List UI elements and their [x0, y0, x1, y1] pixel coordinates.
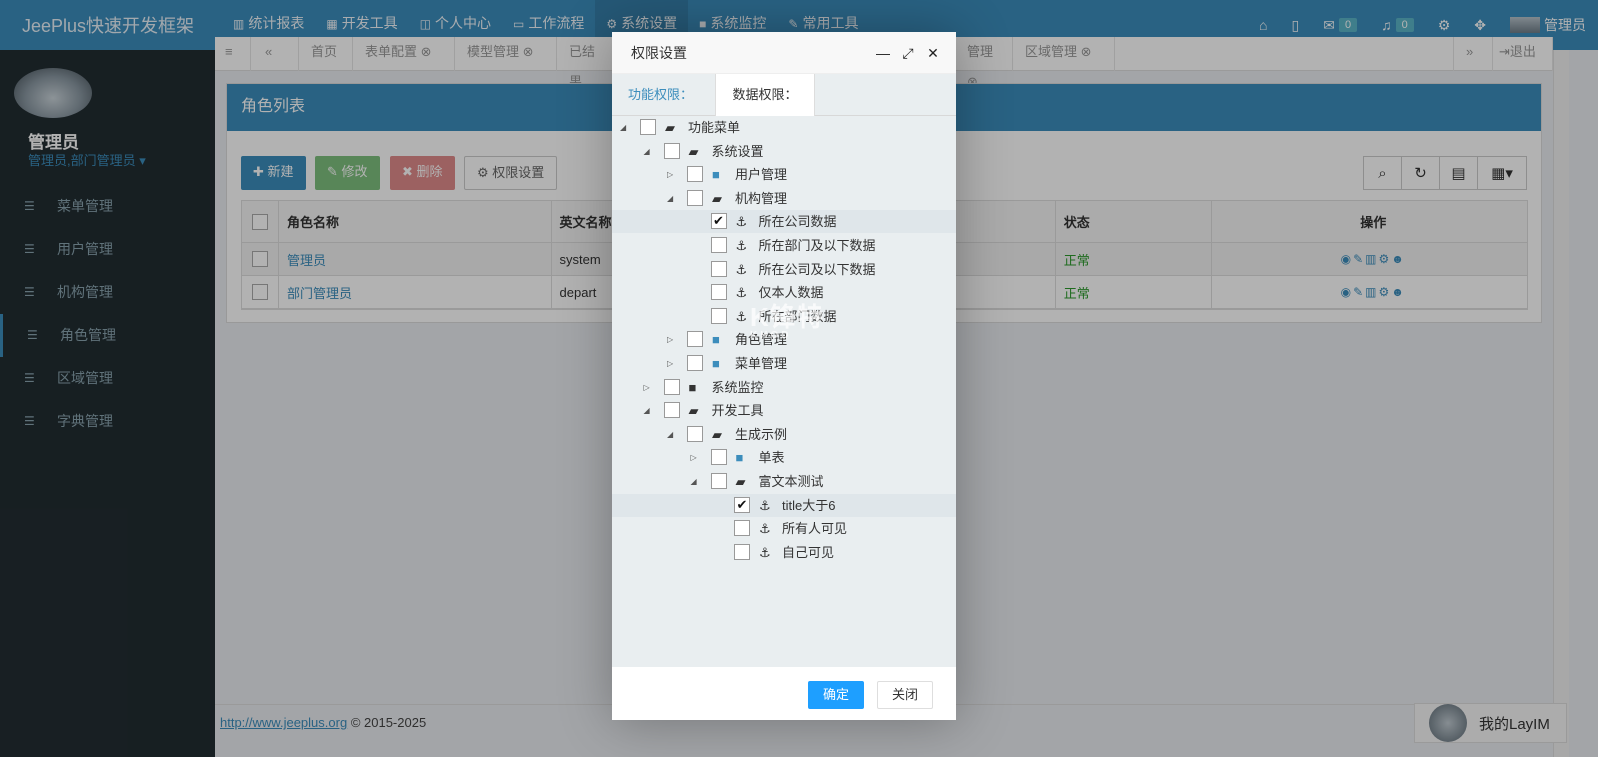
tree-node[interactable]: ◢ ▰ 富文本测试 — [612, 470, 956, 493]
expand-icon[interactable]: ▷ — [667, 328, 677, 351]
watermark: K锋特 KHOD — [750, 302, 824, 341]
tree-node[interactable]: ▷ ■ 用户管理 — [612, 163, 956, 186]
tree-checkbox[interactable] — [663, 378, 680, 395]
tree-node[interactable]: ▷ ■ 系统监控 — [612, 376, 956, 399]
folder-icon: ■ — [735, 450, 744, 466]
close-button[interactable]: 关闭 — [877, 681, 934, 709]
tree-checkbox[interactable]: ✔ — [710, 213, 727, 230]
tree-checkbox[interactable] — [710, 260, 727, 277]
tree-checkbox[interactable] — [710, 473, 727, 489]
tree-node[interactable]: ◢ ▰ 生成示例 — [612, 423, 956, 446]
tree-node[interactable]: ◢ ▰ 机构管理 — [612, 187, 956, 210]
tree-checkbox[interactable] — [687, 355, 703, 371]
anchor-icon: ⚓ — [735, 308, 748, 324]
tree-checkbox[interactable] — [687, 425, 703, 442]
tree-node[interactable]: ▷ ■ 单表 — [612, 446, 956, 469]
expand-icon[interactable]: ▷ — [667, 163, 677, 186]
folder-open-icon: ▰ — [688, 143, 699, 159]
tree-node-label[interactable]: 生成示例 — [735, 423, 787, 446]
dialog-body: 功能权限： 数据权限： ◢ ▰ 功能菜单 ◢ ▰ 系统设置 ▷ ■ 用户管理 ◢ ▰ 机构管理 ✔ ⚓ 所在… — [612, 74, 956, 667]
folder-open-icon: ▰ — [712, 426, 722, 442]
tab-function-permission[interactable]: 功能权限： — [628, 74, 693, 116]
expand-icon[interactable]: ▷ — [644, 376, 654, 399]
tree-node[interactable]: ⚓ 自己可见 — [612, 541, 956, 564]
tree-node[interactable]: ◢ ▰ 开发工具 — [612, 399, 956, 422]
collapse-icon[interactable]: ◢ — [620, 116, 630, 139]
tree-node[interactable]: ⚓ 所在公司及以下数据 — [612, 258, 956, 281]
tree-node[interactable]: ✔ ⚓ 所在公司数据 — [612, 210, 956, 234]
minimize-icon[interactable]: — — [874, 44, 892, 62]
folder-open-icon: ▰ — [688, 403, 699, 419]
tree-node-label[interactable]: 系统设置 — [712, 140, 764, 163]
collapse-icon[interactable]: ◢ — [644, 140, 654, 163]
tree-checkbox[interactable] — [710, 284, 727, 301]
tree-node-label[interactable]: 用户管理 — [735, 163, 787, 186]
tree-checkbox[interactable] — [734, 543, 750, 560]
collapse-icon[interactable]: ◢ — [667, 187, 677, 210]
anchor-icon: ⚓ — [735, 285, 748, 301]
anchor-icon: ⚓ — [735, 238, 748, 253]
anchor-icon: ⚓ — [759, 497, 771, 513]
tree-checkbox[interactable] — [687, 331, 703, 348]
tree-node-label[interactable]: 所在公司及以下数据 — [759, 258, 876, 281]
tree-checkbox[interactable] — [710, 237, 727, 253]
tree-node[interactable]: ✔ ⚓ title大于6 — [612, 493, 956, 517]
tree-node-label[interactable]: 单表 — [759, 446, 785, 469]
tree-checkbox[interactable] — [663, 142, 680, 159]
maximize-icon[interactable]: ⤢ — [899, 44, 917, 62]
anchor-icon: ⚓ — [735, 214, 748, 230]
tree-node-label[interactable]: 自己可见 — [782, 541, 834, 564]
tree-checkbox[interactable] — [710, 307, 727, 324]
tree-node[interactable]: ◢ ▰ 系统设置 — [612, 140, 956, 163]
tree-node-label[interactable]: 机构管理 — [735, 187, 787, 210]
folder-open-icon: ▰ — [665, 120, 675, 135]
tree-node-label[interactable]: title大于6 — [782, 494, 835, 517]
dialog-tabs: 功能权限： 数据权限： — [612, 74, 956, 116]
tree-node-label[interactable]: 系统监控 — [712, 376, 764, 399]
folder-open-icon: ▰ — [735, 474, 746, 489]
tree-node[interactable]: ⚓ 所有人可见 — [612, 517, 956, 540]
tree-checkbox[interactable] — [687, 166, 703, 183]
tree-checkbox[interactable] — [710, 449, 727, 466]
folder-icon: ■ — [712, 356, 720, 371]
anchor-icon: ⚓ — [759, 544, 771, 560]
confirm-button[interactable]: 确定 — [808, 681, 865, 709]
tree-node-label[interactable]: 菜单管理 — [735, 352, 787, 375]
tree-checkbox[interactable] — [640, 119, 656, 135]
tree-node[interactable]: ▷ ■ 菜单管理 — [612, 352, 956, 375]
tree-node[interactable]: ⚓ 所在部门及以下数据 — [612, 234, 956, 257]
tree-node-label[interactable]: 开发工具 — [712, 399, 764, 422]
collapse-icon[interactable]: ◢ — [691, 470, 701, 493]
folder-icon: ■ — [712, 332, 720, 348]
tree-node[interactable]: ◢ ▰ 功能菜单 — [612, 116, 956, 139]
tree-checkbox[interactable] — [663, 402, 680, 419]
anchor-icon: ⚓ — [759, 521, 771, 537]
folder-icon: ■ — [712, 167, 720, 183]
tree-checkbox[interactable] — [734, 520, 750, 537]
tree-node-label[interactable]: 功能菜单 — [688, 116, 740, 139]
tree-node-label[interactable]: 所在公司数据 — [759, 210, 837, 233]
permission-dialog: 权限设置 — ⤢ ✕ 功能权限： 数据权限： ◢ ▰ 功能菜单 ◢ ▰ 系统设置 ▷ ■ 用户管… — [612, 32, 956, 720]
tree-checkbox[interactable] — [687, 189, 703, 206]
video-icon: ■ — [688, 379, 697, 395]
collapse-icon[interactable]: ◢ — [667, 423, 677, 446]
tree-node-label[interactable]: 所有人可见 — [782, 517, 847, 540]
collapse-icon[interactable]: ◢ — [644, 399, 654, 422]
tree-checkbox[interactable]: ✔ — [734, 496, 750, 513]
tree-node-label[interactable]: 富文本测试 — [759, 470, 824, 493]
expand-icon[interactable]: ▷ — [691, 446, 701, 469]
tab-data-permission[interactable]: 数据权限： — [715, 74, 815, 116]
dialog-controls: — ⤢ ✕ — [867, 44, 942, 62]
close-icon[interactable]: ✕ — [924, 44, 942, 62]
anchor-icon: ⚓ — [735, 261, 748, 277]
folder-open-icon: ▰ — [712, 190, 722, 206]
expand-icon[interactable]: ▷ — [667, 352, 677, 375]
dialog-footer: 确定 关闭 — [612, 667, 956, 720]
tree-node-label[interactable]: 所在部门及以下数据 — [759, 234, 876, 257]
